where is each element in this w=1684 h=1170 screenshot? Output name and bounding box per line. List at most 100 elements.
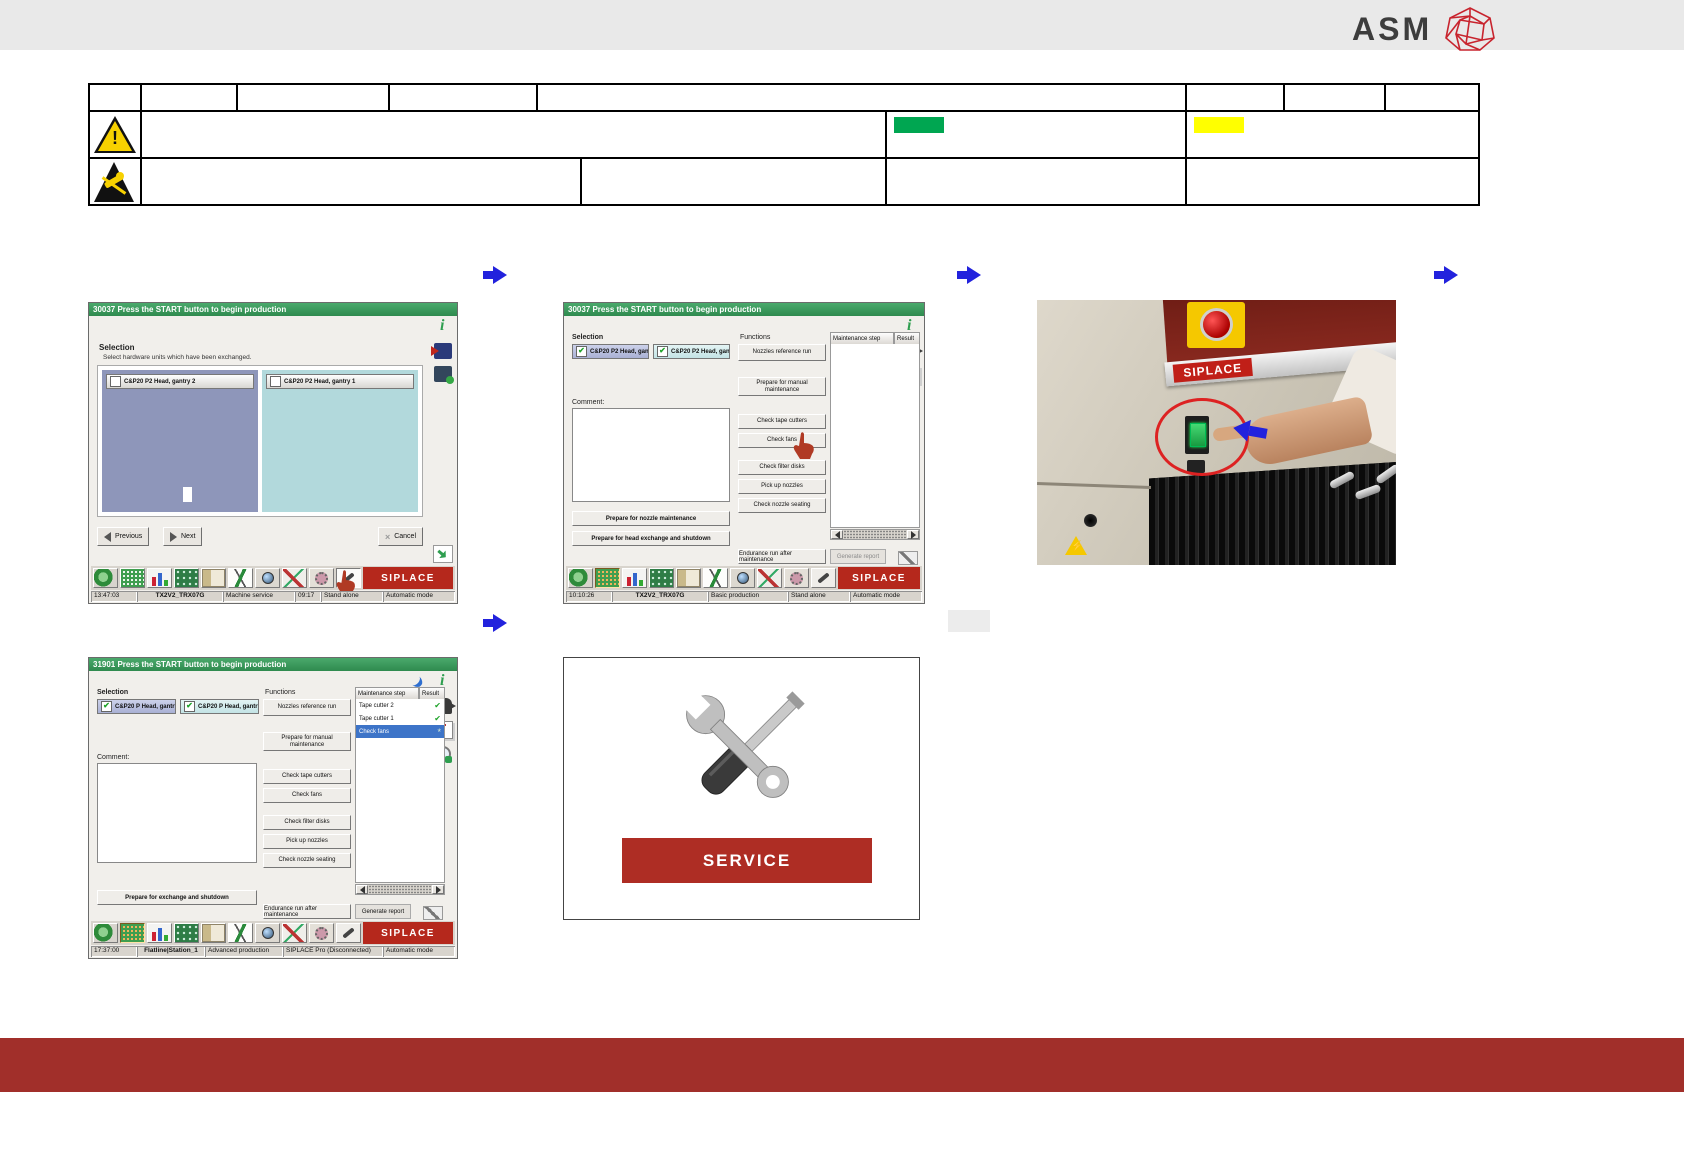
pcb-icon[interactable] <box>649 568 674 588</box>
service-icon[interactable] <box>811 568 836 588</box>
hardware-item-gantry1[interactable]: C&P20 P Head, gantry 1 <box>180 699 259 714</box>
components-icon[interactable] <box>568 568 593 588</box>
service-icon[interactable] <box>336 923 361 943</box>
service-banner: SERVICE <box>622 838 872 883</box>
checkbox-checked[interactable] <box>184 701 195 712</box>
import-icon[interactable] <box>431 343 452 359</box>
confirm-icon[interactable] <box>433 545 453 563</box>
function-button[interactable]: Pick up nozzles <box>263 834 351 849</box>
generate-report-button[interactable]: Generate report <box>355 904 411 919</box>
hardware-item-label: C&P20 P Head, gantry 1 <box>198 703 258 710</box>
scroll-left-button[interactable] <box>356 885 368 894</box>
case-icon[interactable] <box>434 366 454 384</box>
checkbox-checked[interactable] <box>576 346 587 357</box>
scroll-left-button[interactable] <box>831 530 843 539</box>
function-button[interactable]: Pick up nozzles <box>738 479 826 494</box>
scrollbar-track[interactable] <box>843 530 907 539</box>
signature-pencil-icon[interactable] <box>423 906 443 920</box>
previous-button[interactable]: Previous <box>97 527 150 546</box>
matrix-icon[interactable] <box>120 923 145 943</box>
gantry2-panel: C&P20 P2 Head, gantry 2 <box>102 370 258 512</box>
function-button[interactable]: Nozzles reference run <box>738 344 826 361</box>
storage-icon[interactable] <box>201 568 226 588</box>
function-button[interactable]: Prepare for manual maintenance <box>738 377 826 396</box>
prepare-nozzle-maintenance-button[interactable]: Prepare for nozzle maintenance <box>572 511 730 526</box>
matrix-icon[interactable] <box>595 568 620 588</box>
maintenance-step-list[interactable]: Tape cutter 2 ✔ Tape cutter 1 ✔ Check fans * <box>355 699 445 883</box>
horizontal-scrollbar[interactable] <box>355 884 445 895</box>
hardware-item-gantry1[interactable]: C&P20 P2 Head, gantry 1 <box>653 344 730 359</box>
graph-icon[interactable] <box>228 923 253 943</box>
table-cell <box>388 85 536 110</box>
repair-icon[interactable] <box>282 923 307 943</box>
emergency-stop-button[interactable] <box>1203 311 1230 338</box>
prepare-exchange-shutdown-button[interactable]: Prepare for exchange and shutdown <box>97 890 257 905</box>
hardware-item-gantry1[interactable]: C&P20 P2 Head, gantry 1 <box>266 374 414 389</box>
siplace-machine-logo: SIPLACE <box>1172 357 1253 383</box>
components-icon[interactable] <box>93 923 118 943</box>
repair-icon[interactable] <box>282 568 307 588</box>
maintenance-row[interactable]: Check fans * <box>356 725 444 738</box>
statistics-icon[interactable] <box>622 568 647 588</box>
setup-icon[interactable] <box>309 923 334 943</box>
hardware-item-gantry2[interactable]: C&P20 P Head, gantry 2 <box>97 699 176 714</box>
storage-icon[interactable] <box>676 568 701 588</box>
function-button[interactable]: Check nozzle seating <box>738 498 826 513</box>
checkbox[interactable] <box>270 376 281 387</box>
checkbox-checked[interactable] <box>657 346 668 357</box>
checkbox-checked[interactable] <box>101 701 112 712</box>
scroll-right-button[interactable] <box>432 885 444 894</box>
function-button[interactable]: Check tape cutters <box>263 769 351 784</box>
storage-icon[interactable] <box>201 923 226 943</box>
maintenance-step-list[interactable] <box>830 344 920 528</box>
prepare-head-exchange-button[interactable]: Prepare for head exchange and shutdown <box>572 531 730 546</box>
maintenance-row[interactable]: Tape cutter 2 ✔ <box>356 699 444 712</box>
scrollbar-track[interactable] <box>368 885 432 894</box>
hand-cursor-icon <box>792 431 814 459</box>
components-icon[interactable] <box>93 568 118 588</box>
emergency-stop-plate <box>1187 302 1245 348</box>
statistics-icon[interactable] <box>147 923 172 943</box>
checkbox[interactable] <box>110 376 121 387</box>
info-icon[interactable] <box>434 317 452 336</box>
graph-icon[interactable] <box>703 568 728 588</box>
function-button[interactable]: Prepare for manual maintenance <box>263 732 351 751</box>
next-button[interactable]: Next <box>163 527 203 546</box>
function-button[interactable]: Nozzles reference run <box>263 699 351 716</box>
function-button[interactable]: Check fans <box>263 788 351 803</box>
endurance-run-button[interactable]: Endurance run after maintenance <box>263 904 351 919</box>
hardware-item-gantry2[interactable]: C&P20 P2 Head, gantry 2 <box>106 374 254 389</box>
hardware-item-gantry2[interactable]: C&P20 P2 Head, gantry 2 <box>572 344 649 359</box>
flow-arrow-icon <box>957 266 983 284</box>
matrix-icon[interactable] <box>120 568 145 588</box>
pcb-icon[interactable] <box>174 923 199 943</box>
table-cell: ! <box>90 112 140 157</box>
camera-icon[interactable] <box>255 568 280 588</box>
camera-icon[interactable] <box>730 568 755 588</box>
screenshot-results-screen: 31901 Press the START button to begin pr… <box>88 657 458 959</box>
repair-icon[interactable] <box>757 568 782 588</box>
setup-icon[interactable] <box>309 568 334 588</box>
cancel-button[interactable]: × Cancel <box>377 527 423 546</box>
screenshot-functions-screen: 30037 Press the START button to begin pr… <box>563 302 925 604</box>
comment-field[interactable] <box>572 408 730 502</box>
graph-icon[interactable] <box>228 568 253 588</box>
setup-icon[interactable] <box>784 568 809 588</box>
status-time: 10:10:26 <box>566 591 612 602</box>
camera-icon[interactable] <box>255 923 280 943</box>
signature-pencil-icon[interactable] <box>898 551 918 565</box>
function-button[interactable]: Check tape cutters <box>738 414 826 429</box>
generate-report-button[interactable]: Generate report <box>830 549 886 564</box>
statistics-icon[interactable] <box>147 568 172 588</box>
function-button[interactable]: Check filter disks <box>738 460 826 475</box>
function-button[interactable]: Check filter disks <box>263 815 351 830</box>
maintenance-row[interactable]: Tape cutter 1 ✔ <box>356 712 444 725</box>
comment-field[interactable] <box>97 763 257 863</box>
horizontal-scrollbar[interactable] <box>830 529 920 540</box>
scroll-right-button[interactable] <box>907 530 919 539</box>
function-button[interactable]: Check nozzle seating <box>263 853 351 868</box>
endurance-run-button[interactable]: Endurance run after maintenance <box>738 549 826 564</box>
asm-logo-text: ASM <box>1352 10 1433 47</box>
result-check-icon: ✔ <box>434 714 441 723</box>
pcb-icon[interactable] <box>174 568 199 588</box>
